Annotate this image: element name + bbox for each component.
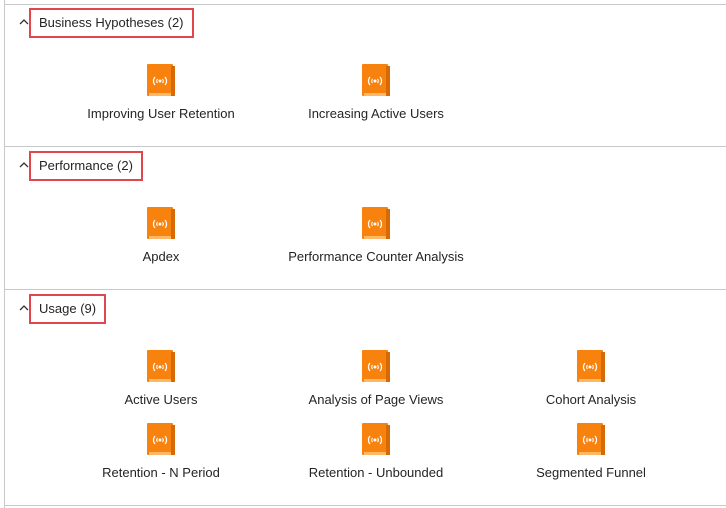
- section-header-business-hypotheses[interactable]: Business Hypotheses (2): [29, 8, 194, 38]
- workbook-label: Analysis of Page Views: [308, 392, 444, 407]
- section-business-hypotheses: Business Hypotheses (2) Improving User R…: [5, 0, 726, 147]
- divider: [5, 4, 726, 5]
- workbook-icon: [362, 207, 390, 239]
- workbook-label: Cohort Analysis: [545, 392, 637, 407]
- workbook-label: Retention - N Period: [102, 465, 220, 480]
- workbook-label: Performance Counter Analysis: [288, 249, 464, 264]
- workbook-icon: [362, 350, 390, 382]
- section-header-performance[interactable]: Performance (2): [29, 151, 143, 181]
- section-performance: Performance (2) Apdex Performance Counte…: [5, 147, 726, 290]
- workbook-icon: [147, 423, 175, 455]
- workbook-label: Improving User Retention: [87, 106, 235, 121]
- workbook-icon: [577, 423, 605, 455]
- workbook-label: Segmented Funnel: [536, 465, 646, 480]
- workbook-icon: [362, 423, 390, 455]
- workbook-icon: [362, 64, 390, 96]
- workbook-label: Increasing Active Users: [308, 106, 444, 121]
- workbook-icon: [147, 64, 175, 96]
- workbook-icon: [147, 207, 175, 239]
- workbook-label: Retention - Unbounded: [308, 465, 444, 480]
- workbook-icon: [147, 350, 175, 382]
- section-header-usage[interactable]: Usage (9): [29, 294, 107, 324]
- workbook-gallery: Business Hypotheses (2) Improving User R…: [4, 0, 726, 508]
- workbook-label: Active Users: [124, 392, 198, 407]
- workbook-icon: [577, 350, 605, 382]
- workbook-label: Apdex: [142, 249, 180, 264]
- section-usage: Usage (9) Active Users Analysis of Page …: [5, 290, 726, 508]
- divider: [5, 505, 726, 506]
